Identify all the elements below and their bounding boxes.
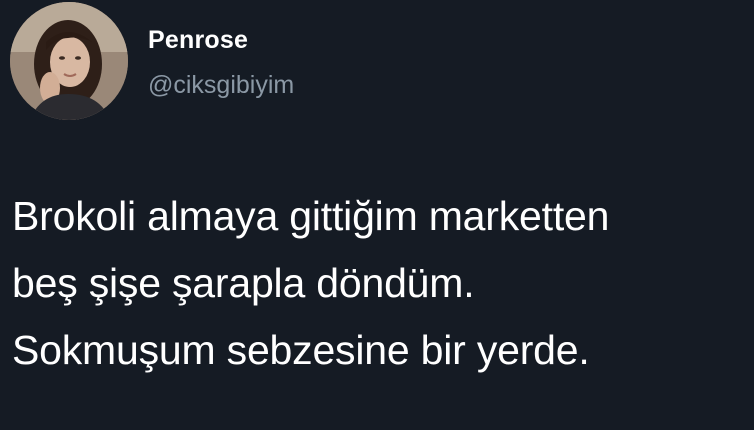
tweet-line-3: Sokmuşum sebzesine bir yerde.	[12, 327, 590, 373]
tweet-text: Brokoli almaya gittiğim marketten beş şi…	[12, 183, 747, 384]
avatar-photo	[10, 2, 128, 120]
tweet-line-1: Brokoli almaya gittiğim marketten	[12, 193, 610, 239]
user-handle[interactable]: @ciksgibiyim	[148, 71, 294, 100]
display-name[interactable]: Penrose	[148, 26, 248, 55]
tweet-card: Penrose @ciksgibiyim Brokoli almaya gitt…	[0, 0, 754, 430]
tweet-line-2: beş şişe şarapla döndüm.	[12, 260, 475, 306]
user-avatar[interactable]	[10, 2, 128, 120]
